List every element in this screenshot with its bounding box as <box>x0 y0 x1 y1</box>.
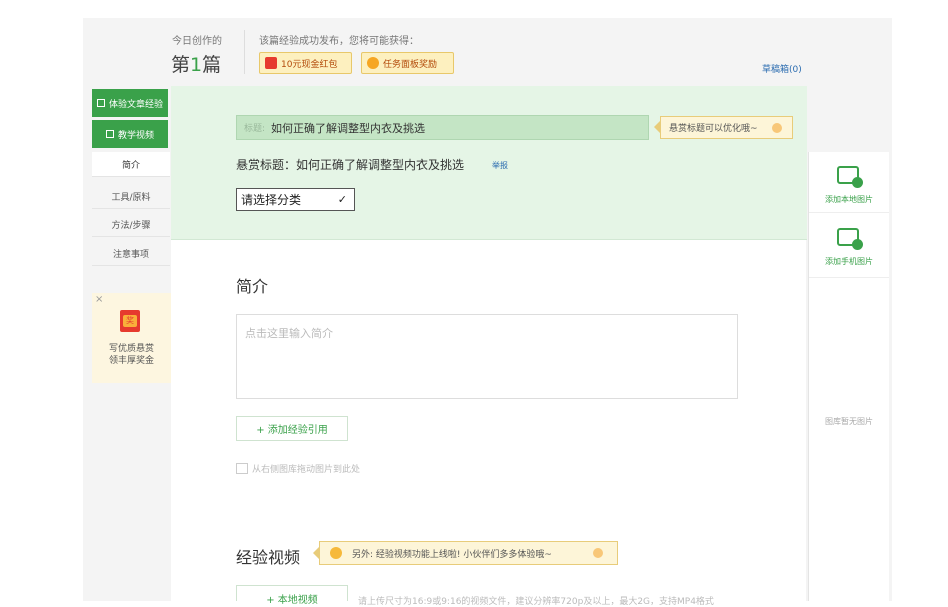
sidebar-item-tools[interactable]: 工具/原料 <box>92 184 170 209</box>
task-panel-reward-badge[interactable]: 任务面板奖励 <box>361 52 454 74</box>
close-icon[interactable]: × <box>95 294 103 305</box>
divider <box>809 212 889 213</box>
image-icon <box>236 463 248 474</box>
video-heading: 经验视频 <box>236 548 301 567</box>
title-value: 如何正确了解调整型内衣及挑选 <box>271 121 426 135</box>
header-divider <box>244 30 245 74</box>
title-optimize-tip: 悬赏标题可以优化哦~ <box>660 116 793 139</box>
video-feature-tip: 另外: 经验视频功能上线啦! 小伙伴们多多体验哦~ <box>319 541 618 565</box>
today-article-count: 第1篇 <box>171 54 222 76</box>
title-input[interactable]: 标题: 如何正确了解调整型内衣及挑选 <box>236 115 649 140</box>
drag-hint-text: 从右侧图库拖动图片到此处 <box>252 465 361 475</box>
close-dot-icon[interactable] <box>593 548 603 558</box>
local-video-button[interactable]: + 本地视频 <box>236 585 348 606</box>
sidebar-item-intro[interactable]: 简介 <box>92 152 170 177</box>
article-icon <box>96 99 105 107</box>
add-reference-button[interactable]: + 添加经验引用 <box>236 416 348 441</box>
promo-line: 领丰厚奖金 <box>108 356 154 366</box>
promo-text: 写优质悬赏领丰厚奖金 <box>92 343 171 367</box>
video-icon <box>105 130 114 138</box>
intro-textarea[interactable]: 点击这里输入简介 <box>236 314 738 399</box>
badge-label: 10元现金红包 <box>281 59 338 70</box>
envelope-label: 奖 <box>123 315 137 327</box>
report-link[interactable]: 举报 <box>492 160 508 171</box>
tip-text: 悬赏标题可以优化哦~ <box>669 124 758 134</box>
phone-image-icon[interactable] <box>837 228 863 250</box>
coin-icon <box>367 57 379 69</box>
add-image-icon[interactable] <box>837 166 863 188</box>
image-gallery-panel: 添加本地图片 添加手机图片 图库暂无图片 <box>808 152 889 601</box>
today-created-label: 今日创作的 <box>172 36 222 47</box>
reward-hint: 该篇经验成功发布，您将可能获得： <box>259 36 419 47</box>
teaching-video-button[interactable]: 教学视频 <box>92 120 168 148</box>
title-field-label: 标题: <box>244 124 266 134</box>
cash-red-envelope-badge[interactable]: 10元现金红包 <box>259 52 352 74</box>
empty-gallery-text: 图库暂无图片 <box>825 417 873 426</box>
promo-line: 写优质悬赏 <box>108 344 154 354</box>
divider <box>809 277 889 278</box>
badge-label: 任务面板奖励 <box>383 59 438 70</box>
tip-text: 另外: 经验视频功能上线啦! 小伙伴们多多体验哦~ <box>352 549 552 560</box>
experience-article-button[interactable]: 体验文章经验 <box>92 89 168 117</box>
reward-title: 悬赏标题：如何正确了解调整型内衣及挑选 <box>236 158 465 172</box>
nav-label: 教学视频 <box>117 130 154 141</box>
red-envelope-icon <box>265 57 277 69</box>
close-dot-icon[interactable] <box>772 123 782 133</box>
reward-promo-card[interactable]: × 奖 写优质悬赏领丰厚奖金 <box>92 293 171 383</box>
sidebar-item-steps[interactable]: 方法/步骤 <box>92 212 170 237</box>
nav-label: 体验文章经验 <box>108 99 163 110</box>
add-local-image-button[interactable]: 添加本地图片 <box>809 194 889 205</box>
add-phone-image-button[interactable]: 添加手机图片 <box>809 256 889 267</box>
intro-heading: 简介 <box>236 277 269 296</box>
smile-icon <box>330 547 342 559</box>
chevron-down-icon: ✓ <box>337 193 347 206</box>
red-envelope-icon: 奖 <box>120 310 140 332</box>
sidebar-item-notes[interactable]: 注意事项 <box>92 241 170 266</box>
drafts-link[interactable]: 草稿箱(0) <box>762 62 802 75</box>
category-select[interactable]: 请选择分类 ✓ <box>236 188 355 211</box>
drag-hint: 从右侧图库拖动图片到此处 <box>236 462 360 475</box>
category-value: 请选择分类 <box>241 193 302 207</box>
